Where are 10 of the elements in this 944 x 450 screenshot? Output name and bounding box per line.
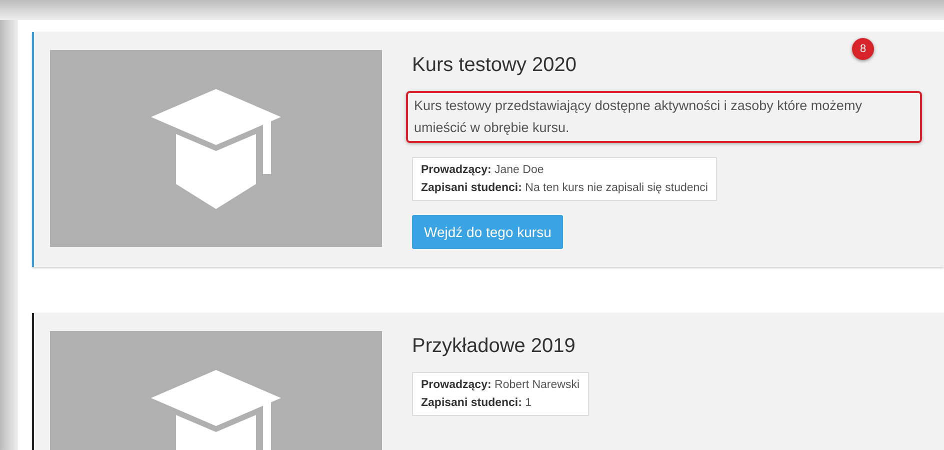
course-title: Przykładowe 2019	[412, 335, 576, 358]
enter-course-button[interactable]: Wejdź do tego kursu	[412, 215, 564, 249]
info-line: Zapisani studenci: Na ten kurs nie zapisali się studenci	[421, 182, 708, 194]
course-title: Kurs testowy 2020	[412, 54, 578, 77]
step-badge: 8	[852, 38, 874, 60]
course-description: Kurs testowy przedstawiający dostępne aktywności i zasoby które możemy umieścić w obrębie kursu.	[406, 91, 922, 143]
info-line: Prowadzący: Jane Doe	[421, 164, 545, 176]
info-line: Zapisani studenci: 1	[421, 397, 533, 409]
info-line: Prowadzący: Robert Narewski	[421, 379, 580, 391]
graduation-cap-icon	[151, 88, 281, 208]
